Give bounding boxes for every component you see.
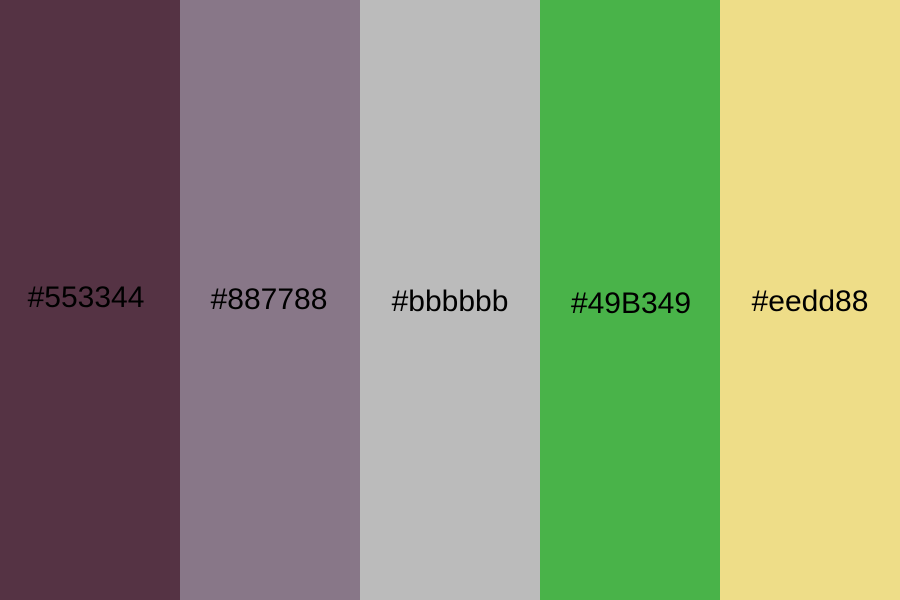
swatch-hex-label: #887788	[210, 283, 328, 316]
color-swatch-2: #887788	[180, 0, 360, 600]
swatch-hex-label: #bbbbbb	[391, 285, 509, 318]
color-swatch-3: #bbbbbb	[360, 0, 540, 600]
color-swatch-1: #553344	[0, 0, 180, 600]
swatch-hex-label: #eedd88	[751, 285, 869, 318]
swatch-hex-label: #49B349	[570, 287, 692, 320]
swatch-hex-label: #553344	[27, 281, 145, 314]
color-swatch-4: #49B349	[540, 0, 720, 600]
color-palette: #553344 #887788 #bbbbbb #49B349 #eedd88	[0, 0, 900, 600]
color-swatch-5: #eedd88	[720, 0, 900, 600]
